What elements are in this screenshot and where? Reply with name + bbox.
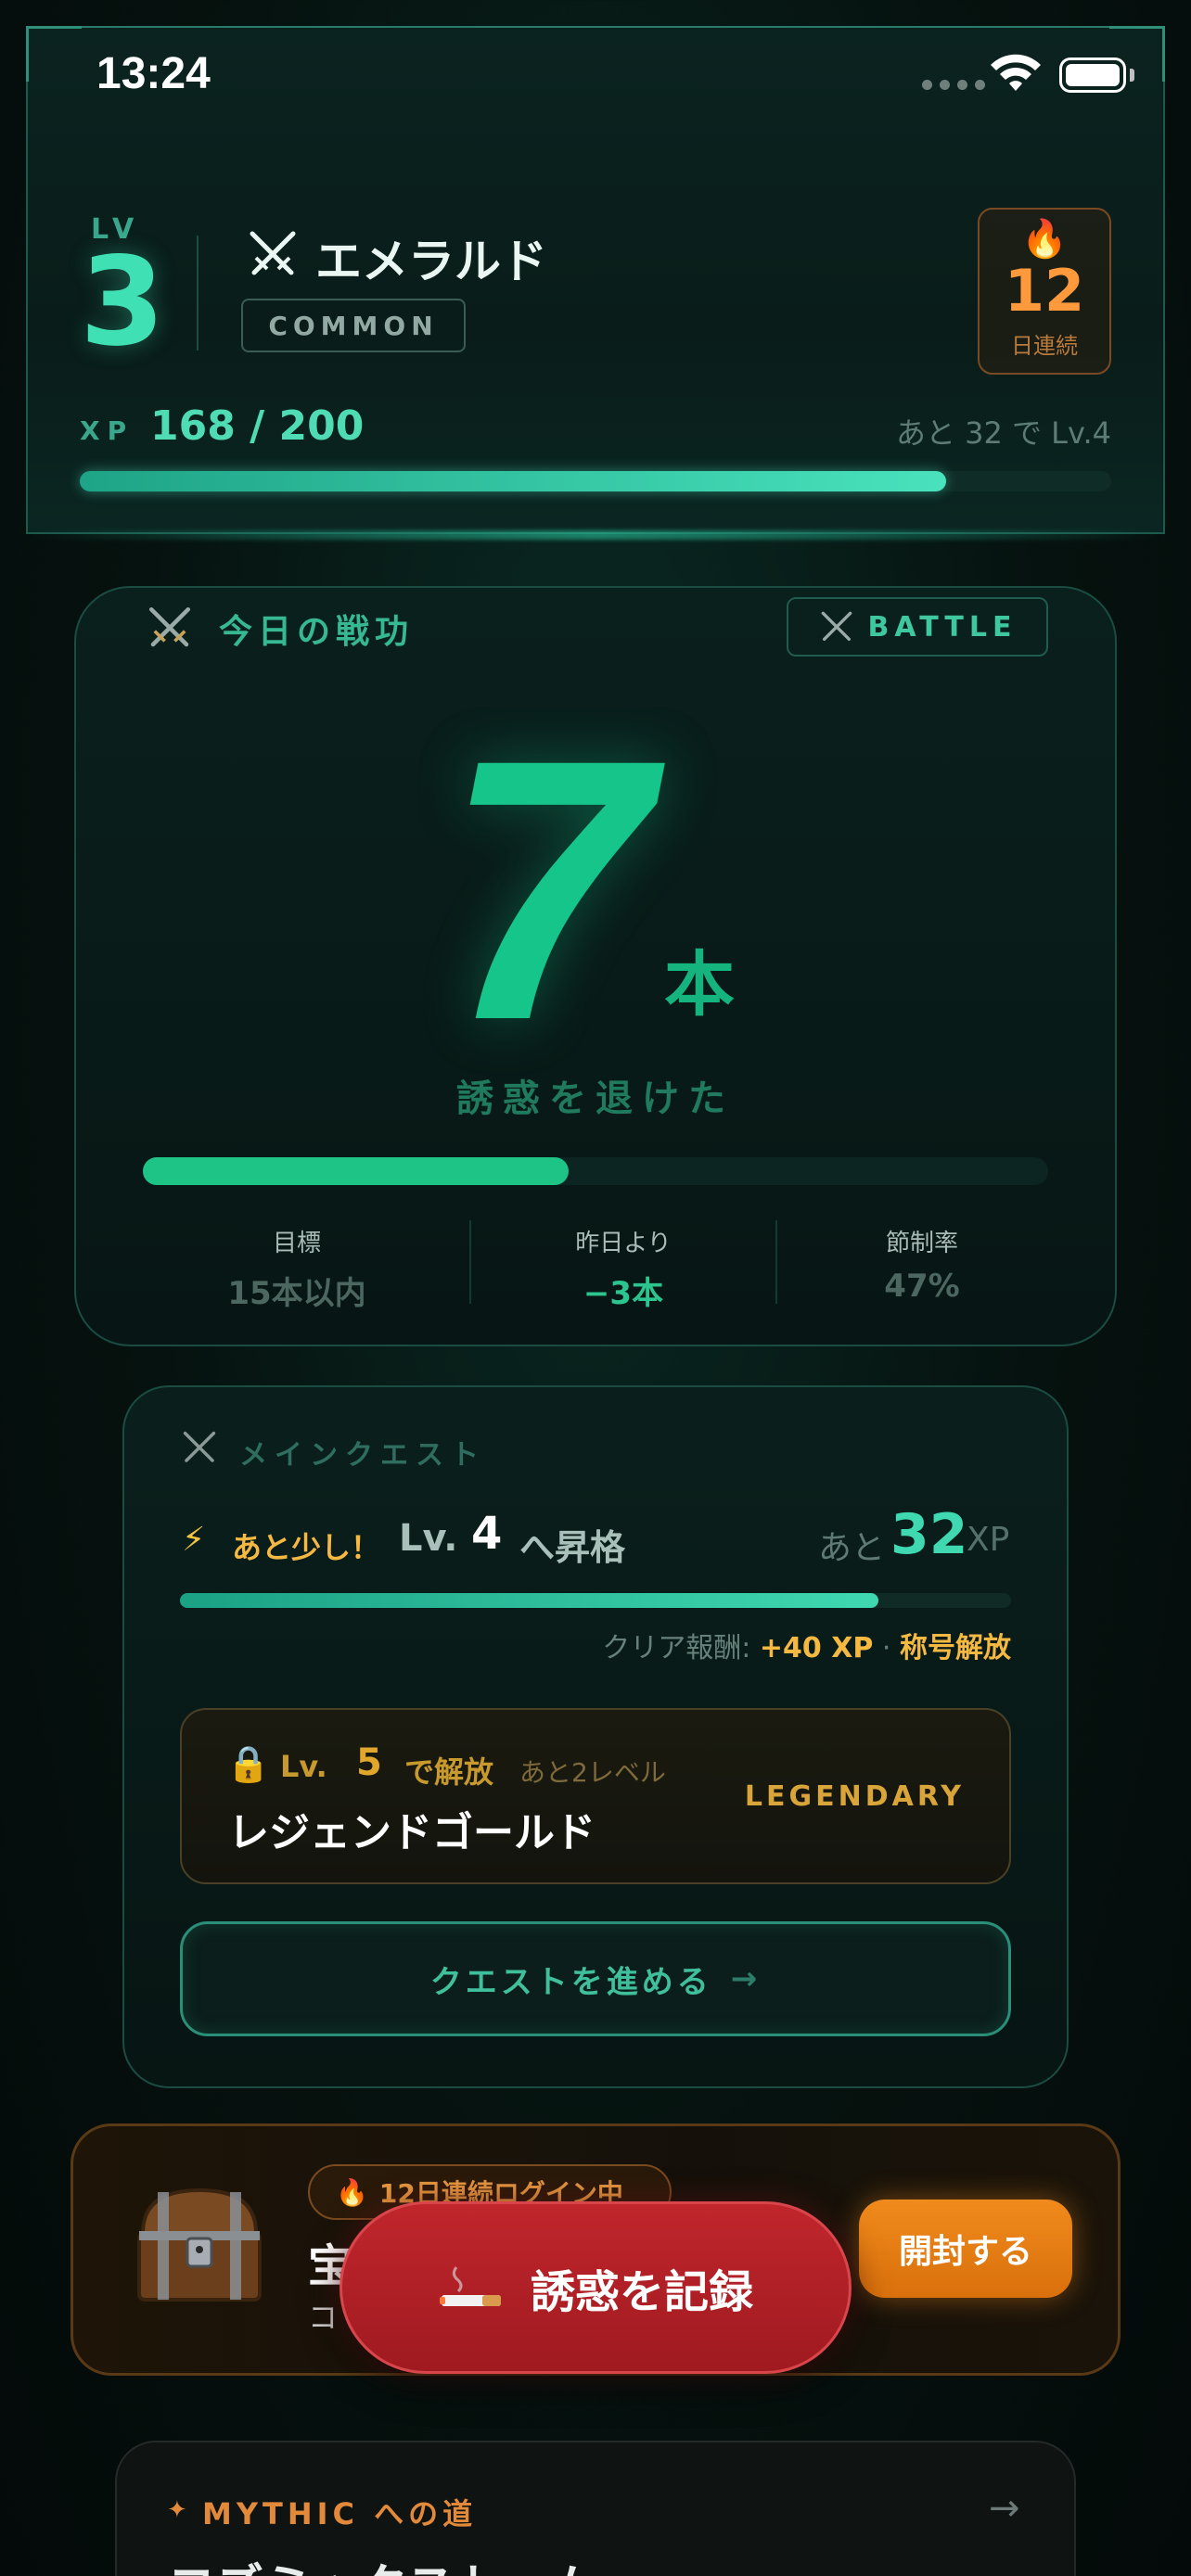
- advance-quest-button[interactable]: クエストを進める →: [180, 1921, 1011, 2036]
- quest-progress-fill: [180, 1593, 878, 1608]
- xp-value: 168 / 200: [150, 402, 365, 450]
- quest-promote-text: へ昇格: [519, 1527, 626, 1568]
- streak-counter[interactable]: 🔥 12 日連続: [978, 208, 1111, 375]
- stat-restraint-rate: 節制率 47%: [774, 1224, 1070, 1305]
- stat-vs-yesterday: 昨日より −3本: [475, 1224, 772, 1313]
- rarity-badge: COMMON: [241, 299, 466, 352]
- sparkle-icon: ✦: [167, 2496, 187, 2524]
- quest-almost: あと少し！: [232, 1530, 381, 1565]
- arrow-right-icon[interactable]: →: [989, 2487, 1020, 2530]
- lightning-icon: ⚡: [182, 1521, 206, 1559]
- quest-target-level: 4: [471, 1508, 503, 1560]
- record-temptation-label: 誘惑を記録: [530, 2266, 753, 2318]
- xp-progress-bar: [80, 471, 1111, 491]
- streak-unit: 日連続: [1011, 333, 1078, 359]
- battle-progress-fill: [143, 1157, 569, 1185]
- battle-badge: BATTLE: [787, 597, 1048, 657]
- stat-value: 15本以内: [227, 1275, 366, 1312]
- mythic-label: MYTHIC への道: [202, 2496, 478, 2531]
- reward-xp: +40 XP: [759, 1632, 874, 1664]
- xp-label: XP: [80, 415, 134, 446]
- divider: [197, 236, 198, 351]
- streak-days: 12: [1004, 257, 1085, 325]
- unlock-remaining: あと2レベル: [519, 1757, 666, 1788]
- stat-goal: 目標 15本以内: [148, 1224, 445, 1313]
- stat-value: −3本: [583, 1275, 664, 1312]
- status-time: 13:24: [96, 49, 211, 98]
- crossed-swords-icon: [183, 1431, 216, 1462]
- stat-label: 目標: [272, 1230, 321, 1257]
- unlock-level: 5: [356, 1741, 382, 1784]
- lock-icon: 🔒: [226, 1743, 271, 1784]
- cellular-signal-icon: [922, 80, 985, 90]
- resisted-count: 7: [443, 682, 651, 1097]
- reward-title: 称号解放: [900, 1632, 1011, 1664]
- battery-tip: [1130, 69, 1134, 82]
- open-treasure-button[interactable]: 開封する: [859, 2200, 1072, 2298]
- quest-lv-prefix: Lv.: [399, 1517, 458, 1560]
- level-number: 3: [80, 231, 165, 374]
- battle-badge-label: BATTLE: [867, 610, 1018, 644]
- stat-label: 節制率: [885, 1230, 958, 1257]
- xp-remaining: あと 32 で Lv.4: [895, 415, 1111, 451]
- crossed-swords-icon: [148, 606, 191, 647]
- battle-subtitle: 誘惑を退けた: [456, 1078, 735, 1120]
- divider: [469, 1220, 471, 1304]
- crossed-swords-icon: [821, 611, 852, 641]
- battle-title: 今日の戦功: [219, 613, 415, 651]
- xp-progress-fill: [80, 471, 947, 491]
- quest-remain-prefix: あと: [818, 1529, 886, 1567]
- battery-icon: [1059, 57, 1126, 93]
- treasure-chest-icon: [137, 2187, 262, 2302]
- record-temptation-button[interactable]: 誘惑を記録: [339, 2201, 852, 2374]
- crossed-swords-icon: [250, 231, 296, 275]
- reward-prefix: クリア報酬:: [602, 1632, 751, 1664]
- quest-label: メインクエスト: [239, 1439, 486, 1472]
- battle-progress-bar: [143, 1157, 1048, 1185]
- unlock-lv-prefix: Lv.: [280, 1749, 327, 1784]
- quest-progress-bar: [180, 1593, 1011, 1608]
- wifi-icon: [991, 54, 1041, 91]
- corner-ornament: [26, 26, 82, 82]
- treasure-subtitle: コ: [308, 2300, 339, 2335]
- quest-xp-unit: XP: [967, 1521, 1010, 1559]
- quest-reward: クリア報酬: +40 XP · 称号解放: [557, 1625, 1011, 1665]
- locked-title-name: レジェンドゴールド: [228, 1809, 596, 1856]
- rank-name: エメラルド: [315, 235, 547, 288]
- resisted-unit: 本: [664, 943, 735, 1026]
- unlock-text: で解放: [404, 1754, 494, 1790]
- stat-value: 47%: [884, 1268, 960, 1305]
- fire-icon: 🔥: [1021, 218, 1068, 261]
- fire-icon: 🔥: [336, 2176, 368, 2208]
- header-glow: [28, 530, 1163, 540]
- reward-separator: ·: [881, 1632, 891, 1664]
- arrow-right-icon: →: [730, 1960, 762, 1997]
- stat-label: 昨日より: [575, 1230, 672, 1257]
- quest-remain-xp: 32: [890, 1502, 968, 1567]
- cigarette-icon: [439, 2266, 501, 2306]
- mythic-title: コズミックストーム: [167, 2548, 598, 2576]
- locked-title-rarity: LEGENDARY: [744, 1780, 965, 1813]
- advance-quest-label: クエストを進める: [429, 1963, 712, 2001]
